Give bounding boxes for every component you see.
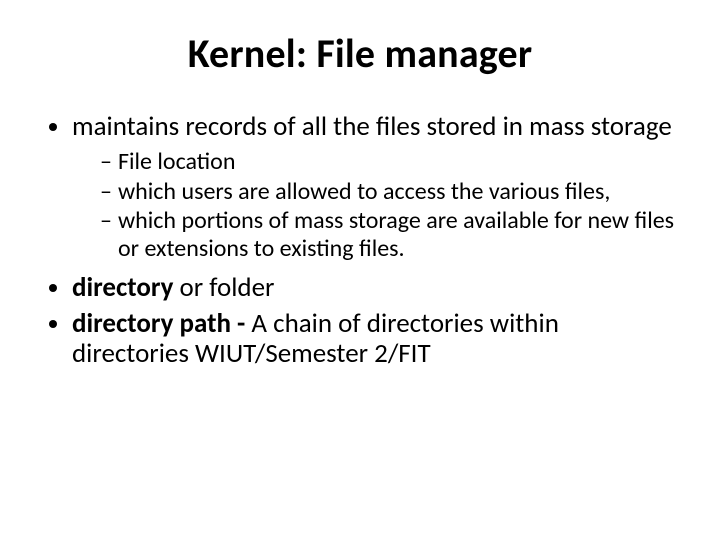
bullet-item-3: directory path - A chain of directories … <box>72 309 680 369</box>
sub-bullet-list: File location which users are allowed to… <box>72 148 680 262</box>
bullet-3-bold: directory path - <box>72 307 251 340</box>
bullet-list: maintains records of all the files store… <box>40 112 680 369</box>
sub-bullet-1: File location <box>100 148 680 176</box>
slide-title: Kernel: File manager <box>40 32 680 76</box>
bullet-2-rest: or folder <box>173 271 274 304</box>
bullet-1-text: maintains records of all the files store… <box>72 110 672 143</box>
slide: Kernel: File manager maintains records o… <box>0 0 720 540</box>
bullet-item-2: directory or folder <box>72 273 680 303</box>
bullet-2-bold: directory <box>72 271 173 304</box>
sub-bullet-3: which portions of mass storage are avail… <box>100 207 680 262</box>
sub-bullet-2: which users are allowed to access the va… <box>100 178 680 206</box>
bullet-item-1: maintains records of all the files store… <box>72 112 680 263</box>
